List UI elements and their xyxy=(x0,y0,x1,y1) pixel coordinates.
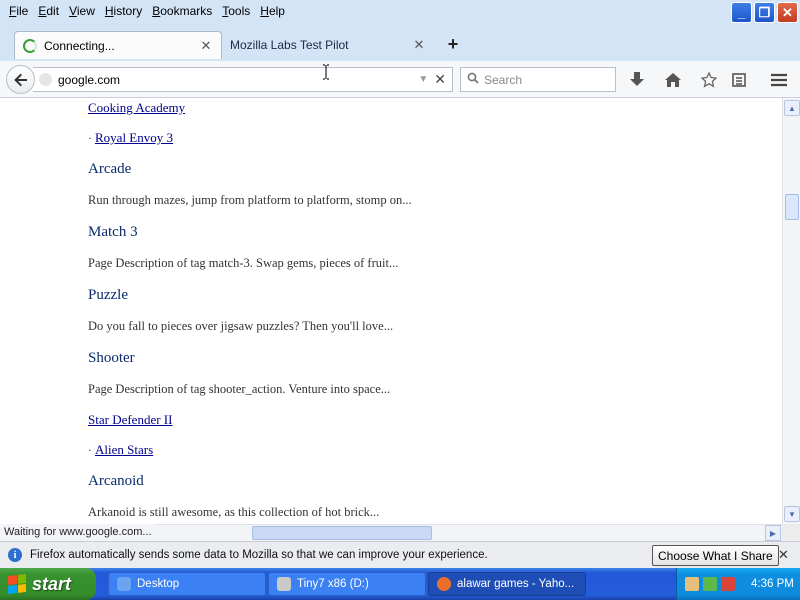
info-icon: i xyxy=(8,548,22,562)
category-heading-arcade: Arcade xyxy=(88,161,132,177)
tab-test-pilot[interactable]: Mozilla Labs Test Pilot ✕ xyxy=(222,31,434,59)
menu-tools[interactable]: Tools xyxy=(217,4,255,18)
scroll-right-icon[interactable]: ▶ xyxy=(765,525,781,541)
category-description: Page Description of tag match-3. Swap ge… xyxy=(88,256,399,270)
reading-list-icon[interactable] xyxy=(728,69,750,91)
vertical-scrollbar[interactable]: ▲ ▼ xyxy=(782,98,800,524)
game-link-royal-envoy-3[interactable]: Royal Envoy 3 xyxy=(95,130,173,145)
taskbar-item-drive[interactable]: Tiny7 x86 (D:) xyxy=(268,572,426,596)
navigation-toolbar: google.com ▼ ✕ Search xyxy=(0,61,800,98)
hamburger-menu-icon[interactable] xyxy=(768,69,790,91)
clock[interactable]: 4:36 PM xyxy=(751,578,794,590)
choose-what-i-share-button[interactable]: Choose What I Share xyxy=(652,545,779,566)
search-placeholder: Search xyxy=(484,72,523,87)
close-tab-icon[interactable]: ✕ xyxy=(199,38,213,54)
category-heading-shooter: Shooter xyxy=(88,350,135,366)
category-heading-arcanoid: Arcanoid xyxy=(88,473,144,489)
category-heading-puzzle: Puzzle xyxy=(88,287,128,303)
loading-spinner-icon xyxy=(23,38,37,53)
taskbar-item-desktop[interactable]: Desktop xyxy=(108,572,266,596)
tab-label: Mozilla Labs Test Pilot xyxy=(230,38,349,52)
notification-text: Firefox automatically sends some data to… xyxy=(30,549,488,561)
list-item: · Alien Stars xyxy=(88,442,153,458)
url-bar[interactable]: google.com ▼ ✕ xyxy=(33,67,453,92)
tab-connecting[interactable]: Connecting... ✕ xyxy=(14,31,222,59)
tab-strip: Connecting... ✕ Mozilla Labs Test Pilot … xyxy=(0,28,800,61)
scroll-down-icon[interactable]: ▼ xyxy=(784,506,800,522)
menu-view[interactable]: View xyxy=(64,4,100,18)
menu-file[interactable]: File xyxy=(4,4,33,18)
restore-button[interactable]: ❐ xyxy=(754,2,775,23)
category-description: Page Description of tag shooter_action. … xyxy=(88,382,391,396)
security-alert-icon[interactable] xyxy=(721,577,735,591)
category-heading-match-3: Match 3 xyxy=(88,224,138,240)
window-title-bar: File Edit View History Bookmarks Tools H… xyxy=(0,0,800,28)
status-text: Waiting for www.google.com... xyxy=(0,524,156,541)
menu-edit[interactable]: Edit xyxy=(33,4,64,18)
menu-history[interactable]: History xyxy=(100,4,147,18)
taskbar: start Desktop Tiny7 x86 (D:) alawar game… xyxy=(0,568,800,600)
taskbar-item-firefox[interactable]: alawar games - Yaho... xyxy=(428,572,586,596)
stop-icon[interactable]: ✕ xyxy=(434,71,446,88)
shield-tray-icon[interactable] xyxy=(703,577,717,591)
new-tab-button[interactable]: + xyxy=(444,34,462,55)
text-cursor-icon xyxy=(322,64,332,80)
game-link-star-defender-ii[interactable]: Star Defender II xyxy=(88,412,172,428)
taskbar-item-label: Tiny7 x86 (D:) xyxy=(297,578,369,590)
game-link-alien-stars[interactable]: Alien Stars xyxy=(95,442,153,457)
home-icon[interactable] xyxy=(662,69,684,91)
minimize-button[interactable]: _ xyxy=(731,2,752,23)
start-button[interactable]: start xyxy=(0,568,96,600)
scroll-up-icon[interactable]: ▲ xyxy=(784,100,800,116)
taskbar-item-label: alawar games - Yaho... xyxy=(457,578,575,590)
drive-icon xyxy=(277,577,291,591)
network-icon[interactable] xyxy=(685,577,699,591)
back-button[interactable] xyxy=(6,65,35,94)
back-arrow-icon xyxy=(13,73,27,86)
vertical-scroll-thumb[interactable] xyxy=(785,194,799,220)
page-content: Cooking Academy · Royal Envoy 3 Arcade Ru… xyxy=(0,98,782,524)
close-window-button[interactable]: ✕ xyxy=(777,2,798,23)
menu-bar: File Edit View History Bookmarks Tools H… xyxy=(0,0,290,22)
list-item: · Royal Envoy 3 xyxy=(88,130,173,146)
category-description: Do you fall to pieces over jigsaw puzzle… xyxy=(88,319,394,333)
url-text[interactable]: google.com xyxy=(58,73,418,87)
category-description: Run through mazes, jump from platform to… xyxy=(88,193,412,207)
game-link-cooking-academy[interactable]: Cooking Academy xyxy=(88,100,185,116)
system-tray: 4:36 PM xyxy=(676,568,800,600)
bookmark-star-icon[interactable] xyxy=(698,69,720,91)
taskbar-item-label: Desktop xyxy=(137,578,180,590)
windows-logo-icon xyxy=(8,574,26,594)
desktop-icon xyxy=(117,577,131,591)
horizontal-scroll-thumb[interactable] xyxy=(252,526,432,540)
search-input[interactable]: Search xyxy=(460,67,616,92)
history-dropdown-icon[interactable]: ▼ xyxy=(418,74,428,85)
scrollbar-corner xyxy=(782,524,800,541)
close-notification-icon[interactable]: ✕ xyxy=(778,547,789,563)
notification-bar: i Firefox automatically sends some data … xyxy=(0,541,800,568)
window-controls: _ ❐ ✕ xyxy=(731,2,798,23)
start-label: start xyxy=(32,573,72,594)
menu-bookmarks[interactable]: Bookmarks xyxy=(147,4,217,18)
bullet-dot: · xyxy=(88,443,92,457)
menu-help[interactable]: Help xyxy=(255,4,290,18)
firefox-icon xyxy=(437,577,451,591)
search-icon xyxy=(467,72,479,87)
bullet-dot: · xyxy=(88,131,92,145)
category-description: Arkanoid is still awesome, as this colle… xyxy=(88,505,380,519)
tab-label: Connecting... xyxy=(44,38,115,53)
globe-icon xyxy=(39,73,52,86)
close-tab-icon[interactable]: ✕ xyxy=(412,37,426,53)
download-icon[interactable] xyxy=(626,69,648,91)
